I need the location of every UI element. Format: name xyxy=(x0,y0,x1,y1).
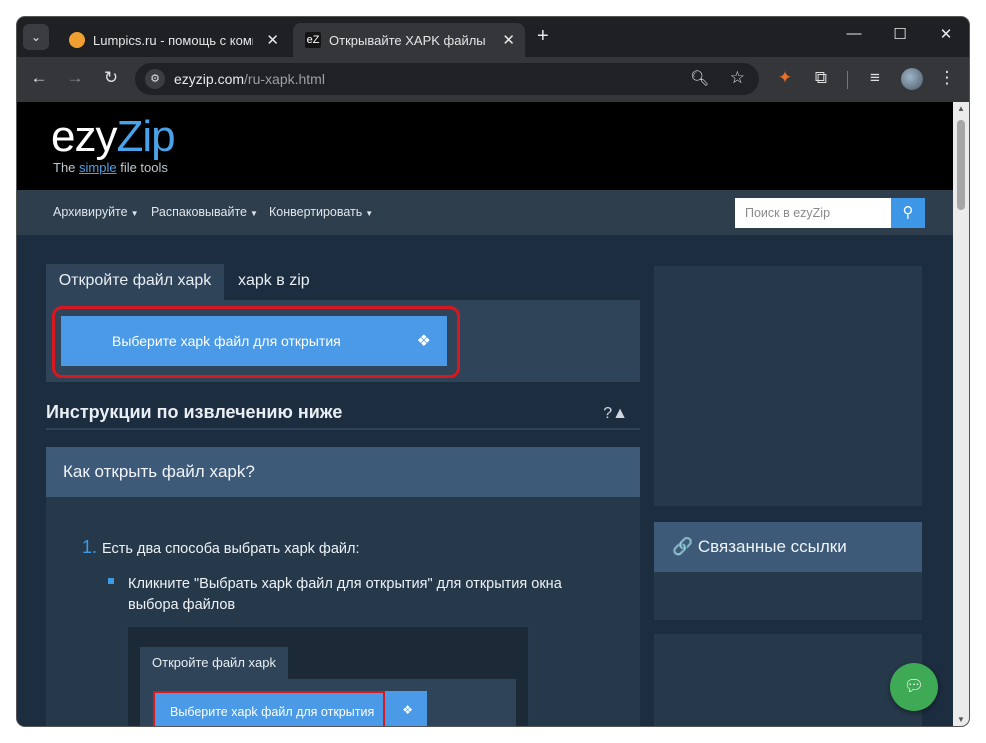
bullet-text: Кликните "Выбрать xapk файл для открытия… xyxy=(128,576,562,613)
search-button[interactable]: ⚲ xyxy=(891,198,925,228)
back-button[interactable]: ← xyxy=(27,68,51,88)
instructions-toggle[interactable]: ?▲ xyxy=(603,405,628,423)
highlight-frame xyxy=(52,306,460,378)
caret-down-icon: ▼ xyxy=(365,209,374,218)
bullet-marker xyxy=(108,578,114,584)
howto-title: Как открыть файл xapk? xyxy=(63,462,255,481)
new-tab-button[interactable]: + xyxy=(537,25,549,48)
related-links-box: 🔗 Связанные ссылки xyxy=(654,522,922,620)
sidebar-ad-block xyxy=(654,266,922,506)
tab-search-button[interactable]: ⌄ xyxy=(23,24,49,50)
profile-avatar[interactable] xyxy=(901,68,923,90)
tab-close-icon[interactable]: ✕ xyxy=(502,31,515,49)
browser-tab-ezyzip[interactable]: eZ Открывайте XAPK файлы онла ✕ xyxy=(293,23,525,57)
minimize-button[interactable]: — xyxy=(839,25,869,42)
caret-down-icon: ▼ xyxy=(250,209,258,218)
maximize-button[interactable]: ☐ xyxy=(885,25,915,43)
page-scrollbar[interactable]: ▲ ▼ xyxy=(953,102,969,726)
site-info-icon[interactable]: ⚙ xyxy=(145,69,165,89)
tab-title: Открывайте XAPK файлы онла xyxy=(329,33,489,48)
tagline-pre: The xyxy=(53,160,80,175)
ezyzip-favicon-icon: eZ xyxy=(305,32,321,48)
screenshot-button-label: Выберите xapk файл для открытия xyxy=(170,705,375,719)
related-links-header: 🔗 Связанные ссылки xyxy=(654,522,922,572)
tab-open-xapk[interactable]: Откройте файл xapk xyxy=(46,264,224,300)
nav-label: Распаковывайте xyxy=(151,205,248,219)
ezyzip-logo[interactable]: ezyZip xyxy=(51,112,176,162)
nav-archive[interactable]: Архивируйте ▼ xyxy=(53,205,139,219)
site-header: ezyZip The simple file tools xyxy=(17,102,953,190)
browser-window: ⌄ Lumpics.ru - помощь с компь ✕ eZ Откры… xyxy=(17,17,969,726)
tab-strip: ⌄ Lumpics.ru - помощь с компь ✕ eZ Откры… xyxy=(17,17,969,57)
screenshot-tab: Откройте файл xapk xyxy=(140,647,288,679)
bookmark-star-icon[interactable]: ☆ xyxy=(730,68,745,88)
search-placeholder: Поиск в ezyZip xyxy=(745,206,831,220)
url-host: ezyzip.com xyxy=(174,71,245,87)
step-text: Есть два способа выбрать xapk файл: xyxy=(102,541,360,557)
nav-extract[interactable]: Распаковывайте ▼ xyxy=(151,205,258,219)
scroll-up-icon[interactable]: ▲ xyxy=(957,104,965,113)
logo-accent: Zip xyxy=(116,112,175,161)
caret-down-icon: ▼ xyxy=(130,209,139,218)
logo-main: ezy xyxy=(51,112,117,161)
url-path: /ru-xapk.html xyxy=(244,71,325,87)
instructions-header: Инструкции по извлечению ниже ?▲ xyxy=(46,402,640,430)
sidebar-ad-block-2 xyxy=(654,634,922,726)
chat-bubble-button[interactable]: 💬︎ xyxy=(890,663,938,711)
search-icon: ⚲ xyxy=(902,204,914,221)
nav-convert[interactable]: Конвертировать ▼ xyxy=(269,205,373,219)
nav-label: Архивируйте xyxy=(53,205,128,219)
toolbar-separator xyxy=(847,71,848,89)
howto-header: Как открыть файл xapk? xyxy=(46,447,640,497)
instructions-title: Инструкции по извлечению ниже xyxy=(46,402,343,422)
url-text[interactable]: ezyzip.com/ru-xapk.html xyxy=(174,71,325,87)
screenshot-button: Выберите xapk файл для открытия ❖ xyxy=(153,691,427,726)
site-navbar: Архивируйте ▼ Распаковывайте ▼ Конвертиров… xyxy=(17,190,953,235)
tagline-post: file tools xyxy=(116,160,168,175)
instruction-screenshot: Откройте файл xapk Выберите xapk файл дл… xyxy=(126,625,530,726)
browser-toolbar: ← → ↻ ⚙ ezyzip.com/ru-xapk.html 🔍︎ ☆ ✦ ⧉… xyxy=(17,57,969,102)
scrollbar-thumb[interactable] xyxy=(957,120,965,210)
tab-title: Lumpics.ru - помощь с компь xyxy=(93,33,253,48)
chat-icon: 💬︎ xyxy=(903,678,925,695)
site-search-input[interactable]: Поиск в ezyZip xyxy=(735,198,891,228)
browser-tab-lumpics[interactable]: Lumpics.ru - помощь с компь ✕ xyxy=(57,23,289,57)
zoom-icon[interactable]: 🔍︎ xyxy=(690,69,709,87)
forward-button[interactable]: → xyxy=(63,68,87,88)
lumpics-favicon-icon xyxy=(69,32,85,48)
dropbox-icon: ❖ xyxy=(402,703,413,717)
extensions-puzzle-icon[interactable]: ⧉ xyxy=(809,68,833,88)
tagline-accent: simple xyxy=(79,160,117,175)
browser-menu-icon[interactable]: ⋮ xyxy=(935,68,959,88)
howto-section: Как открыть файл xapk? 1. Есть два спосо… xyxy=(46,447,640,726)
extension-fox-icon[interactable]: ✦ xyxy=(773,68,797,88)
step-number: 1. xyxy=(82,537,98,557)
media-control-icon[interactable]: ≡ xyxy=(863,68,887,88)
close-window-button[interactable]: ✕ xyxy=(931,25,961,43)
tab-xapk-to-zip[interactable]: xapk в zip xyxy=(238,264,310,300)
related-links-title: 🔗 Связанные ссылки xyxy=(672,537,847,556)
address-bar[interactable]: ⚙ ezyzip.com/ru-xapk.html 🔍︎ ☆ xyxy=(135,63,759,95)
reload-button[interactable]: ↻ xyxy=(99,68,123,88)
site-tagline: The simple file tools xyxy=(53,160,168,175)
screenshot-panel: Выберите xapk файл для открытия ❖ xyxy=(140,679,516,726)
nav-label: Конвертировать xyxy=(269,205,363,219)
tab-close-icon[interactable]: ✕ xyxy=(266,31,279,49)
web-page: ezyZip The simple file tools Архивируйте… xyxy=(17,102,953,726)
scroll-down-icon[interactable]: ▼ xyxy=(957,715,965,724)
